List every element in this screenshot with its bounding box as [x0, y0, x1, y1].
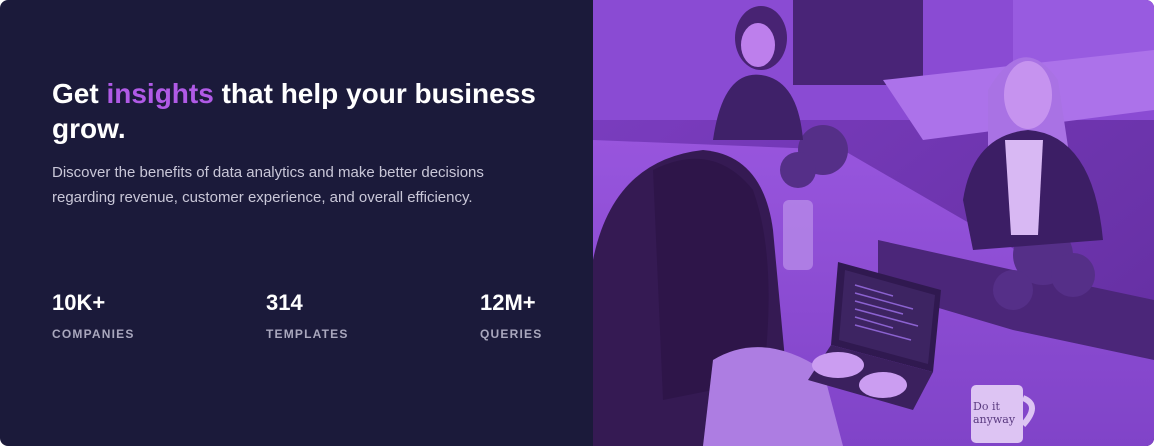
- stat-label: COMPANIES: [52, 327, 135, 341]
- stats-row: 10K+ COMPANIES 314 TEMPLATES 12M+ QUERIE…: [52, 290, 552, 350]
- title-accent: insights: [106, 78, 214, 109]
- stat-templates: 314 TEMPLATES: [266, 290, 349, 341]
- stat-label: QUERIES: [480, 327, 543, 341]
- hero-title: Get insights that help your business gro…: [52, 76, 552, 146]
- stat-queries: 12M+ QUERIES: [480, 290, 542, 341]
- office-photo: Do it anyway: [593, 0, 1154, 446]
- stat-companies: 10K+ COMPANIES: [52, 290, 135, 341]
- hero-card: Get insights that help your business gro…: [0, 0, 1154, 446]
- stat-value: 12M+: [480, 290, 536, 315]
- stat-value: 10K+: [52, 290, 106, 315]
- hero-description: Discover the benefits of data analytics …: [52, 164, 484, 206]
- title-start: Get: [52, 78, 107, 109]
- stat-label: TEMPLATES: [266, 327, 349, 341]
- stat-value: 314: [266, 290, 303, 315]
- hero-content: Get insights that help your business gro…: [52, 0, 552, 446]
- mug-text: Do it anyway: [973, 400, 1016, 426]
- office-photo-illustration: [593, 0, 1154, 446]
